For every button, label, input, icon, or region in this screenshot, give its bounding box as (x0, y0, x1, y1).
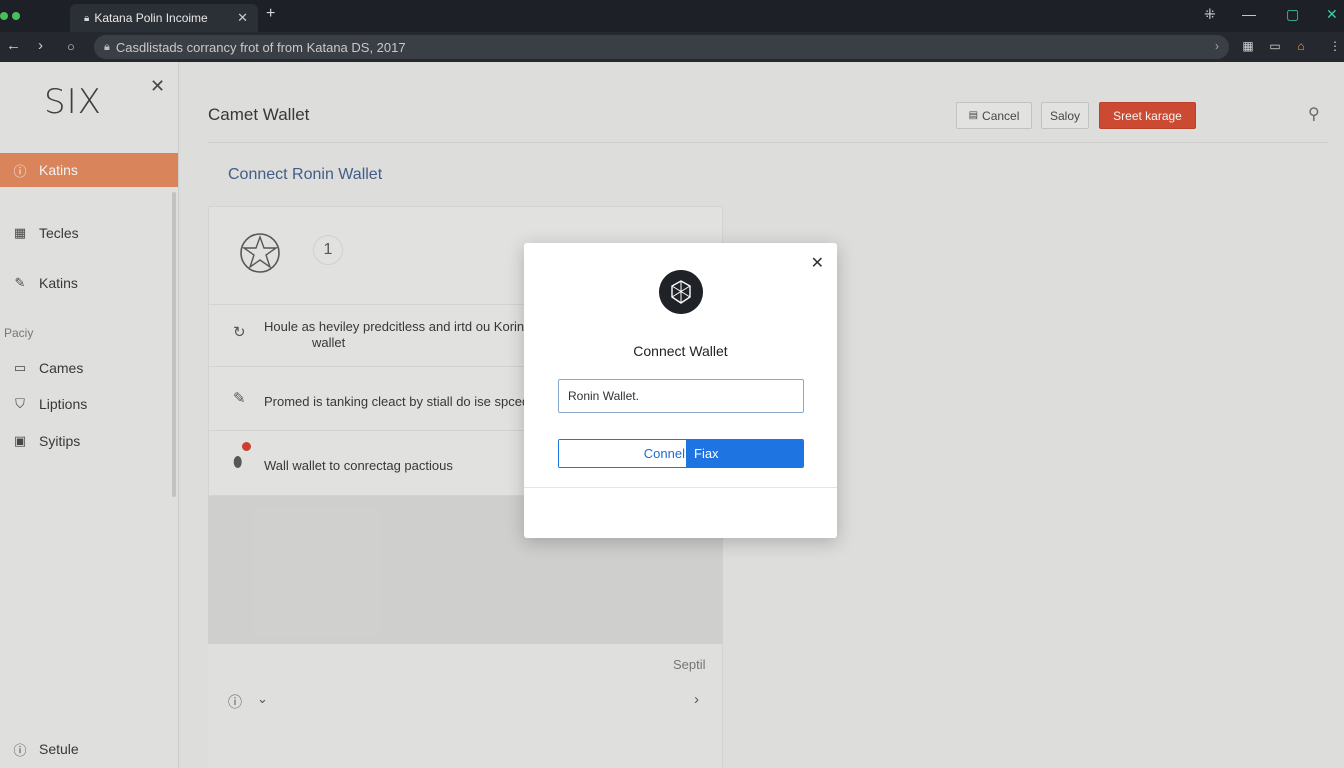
browser-tab[interactable]: 🔒︎ Katana Polin Incoime ✕ (70, 4, 258, 32)
tab-close-icon[interactable]: ✕ (237, 10, 248, 26)
window-dot-icon[interactable] (12, 12, 20, 20)
browser-address-bar: ← › ○ 🔒︎ Casdlistads corrancy frot of fr… (0, 32, 1344, 62)
tab-title: Katana Polin Incoime (94, 11, 208, 25)
back-icon[interactable]: ← (6, 37, 21, 54)
window-icon[interactable]: ▭ (1268, 39, 1282, 53)
url-input[interactable]: 🔒︎ Casdlistads corrancy frot of from Kat… (94, 35, 1229, 59)
connect-wallet-dialog: ✕ Connect Wallet Ronin Wallet. Connel Fi… (524, 243, 837, 538)
lock-icon: 🔒︎ (104, 40, 110, 53)
forward-icon[interactable]: › (38, 37, 43, 54)
home-icon[interactable]: ⌂ (1294, 39, 1308, 53)
minimize-icon[interactable]: — (1242, 6, 1256, 22)
menu-icon[interactable]: ⋮ (1328, 39, 1342, 53)
window-dot-icon[interactable] (0, 12, 8, 20)
url-text: Casdlistads corrancy frot of from Katana… (115, 39, 406, 55)
lock-icon: 🔒︎ (84, 12, 90, 24)
extension-icon[interactable]: ⁜ (1204, 6, 1216, 23)
bookmark-icon[interactable]: › (1215, 39, 1219, 53)
maximize-icon[interactable]: ▢ (1286, 6, 1299, 23)
close-icon[interactable]: ✕ (811, 253, 824, 273)
connect-button[interactable]: Connel Fiax (558, 439, 804, 468)
window-close-icon[interactable]: ✕ (1326, 6, 1338, 23)
connect-button-label: Connel (559, 440, 686, 467)
extension-grid-icon[interactable]: ▦ (1241, 39, 1255, 53)
wallet-logo-icon (659, 270, 703, 314)
browser-tab-bar: 🔒︎ Katana Polin Incoime ✕ + ⁜ — ▢ ✕ (0, 0, 1344, 32)
new-tab-icon[interactable]: + (266, 5, 275, 23)
dialog-divider (524, 487, 837, 488)
wallet-name-input[interactable]: Ronin Wallet. (558, 379, 804, 413)
connect-button-label-2: Fiax (686, 440, 803, 467)
reload-icon[interactable]: ○ (67, 39, 75, 54)
dialog-title: Connect Wallet (633, 343, 728, 359)
